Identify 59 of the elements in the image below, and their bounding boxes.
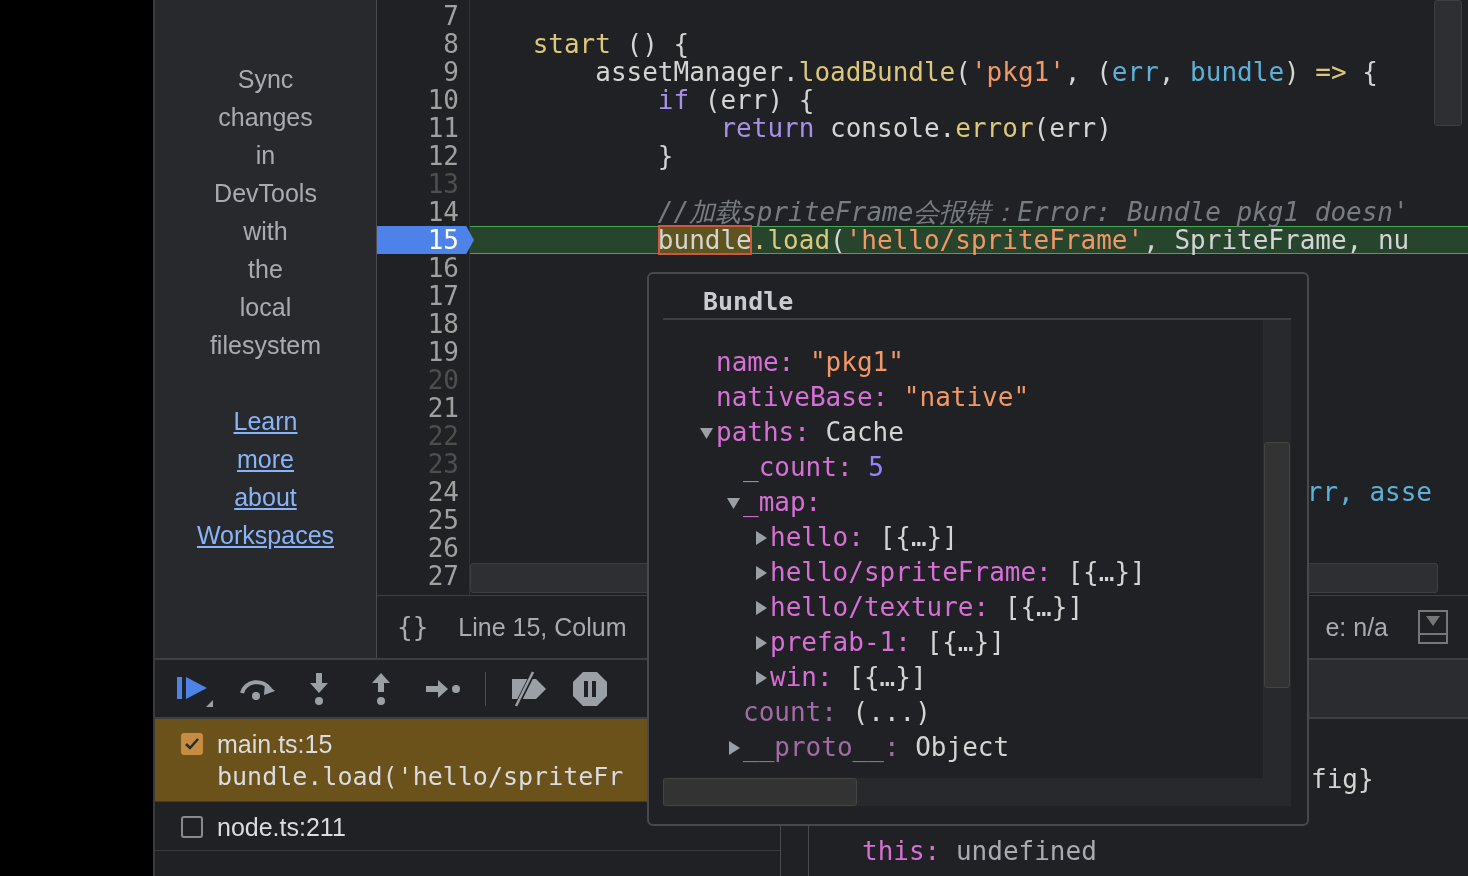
code-line: start () {: [531, 30, 690, 58]
property-row[interactable]: win: [{…}]: [663, 660, 1263, 695]
line-number[interactable]: 14: [377, 198, 469, 226]
code-line: if (err) {: [657, 86, 815, 114]
cursor-position: Line 15, Colum: [458, 612, 627, 642]
line-number[interactable]: 9: [377, 58, 469, 86]
property-row[interactable]: _map:: [663, 485, 1263, 520]
line-number[interactable]: 19: [377, 338, 469, 366]
code-line: return console.error(err): [719, 114, 1112, 142]
workspaces-link[interactable]: Learn more about Workspaces: [165, 402, 366, 554]
property-row-text: name: "pkg1": [715, 346, 905, 379]
popover-title: Bundle: [663, 274, 1291, 320]
workspace-message: Sync changes in DevTools with the local filesystem: [208, 64, 323, 361]
property-row-text: nativeBase: "native": [715, 381, 1031, 414]
property-row[interactable]: hello/spriteFrame: [{…}]: [663, 555, 1263, 590]
property-row[interactable]: hello/texture: [{…}]: [663, 590, 1263, 625]
pretty-print-button[interactable]: {}: [397, 612, 429, 642]
property-row[interactable]: hello: [{…}]: [663, 520, 1263, 555]
collapsed-triangle-icon[interactable]: [753, 634, 768, 651]
line-number[interactable]: 21: [377, 394, 469, 422]
breakpoint-code: bundle.load('hello/spriteFr: [217, 761, 624, 793]
collapsed-triangle-icon[interactable]: [753, 599, 768, 616]
checkmark-icon: [184, 736, 200, 752]
line-number[interactable]: 10: [377, 86, 469, 114]
toggle-drawer-icon[interactable]: [1418, 610, 1448, 644]
breakpoint-checkbox[interactable]: [181, 733, 203, 755]
horizontal-scrollbar-thumb[interactable]: [663, 778, 857, 806]
property-row-text: _count: 5: [742, 451, 885, 484]
code-line: }: [656, 142, 674, 170]
code-line: bundle.load('hello/spriteFrame', SpriteFrame, nu: [656, 226, 1410, 254]
line-number[interactable]: 24: [377, 478, 469, 506]
line-number[interactable]: 8: [377, 30, 469, 58]
collapsed-triangle-icon[interactable]: [753, 669, 768, 686]
line-number[interactable]: 7: [377, 2, 469, 30]
breakpoint-line-number[interactable]: 15: [377, 226, 474, 254]
property-row[interactable]: prefab-1: [{…}]: [663, 625, 1263, 660]
line-number[interactable]: 17: [377, 282, 469, 310]
breakpoint-location: node.ts:211: [217, 812, 346, 842]
breakpoint-location: main.ts:15: [217, 729, 334, 759]
breakpoint-checkbox[interactable]: [181, 816, 203, 838]
scope-row-text: fig}: [1310, 763, 1375, 796]
code-line: assetManager.loadBundle('pkg1', (err, bundle) => {: [594, 58, 1378, 86]
collapsed-triangle-icon[interactable]: [726, 739, 741, 756]
line-number[interactable]: 18: [377, 310, 469, 338]
line-number[interactable]: 12: [377, 142, 469, 170]
property-row[interactable]: paths: Cache: [663, 415, 1263, 450]
collapsed-triangle-icon[interactable]: [753, 529, 768, 546]
line-number[interactable]: 11: [377, 114, 469, 142]
line-number[interactable]: 25: [377, 506, 469, 534]
coverage-status: e: n/a: [1325, 612, 1388, 642]
scope-row-text: this: undefined: [861, 835, 1098, 868]
code-line: rr, asse: [1306, 478, 1432, 506]
line-number[interactable]: 27: [377, 562, 469, 590]
code-line: //加载spriteFrame会报错：Error: Bundle pkg1 doesn': [656, 198, 1409, 226]
collapsed-triangle-icon[interactable]: [753, 564, 768, 581]
line-number[interactable]: 16: [377, 254, 469, 282]
line-number[interactable]: 26: [377, 534, 469, 562]
scrollbar-thumb[interactable]: [1434, 0, 1462, 126]
scrollbar-thumb[interactable]: [1264, 442, 1290, 688]
